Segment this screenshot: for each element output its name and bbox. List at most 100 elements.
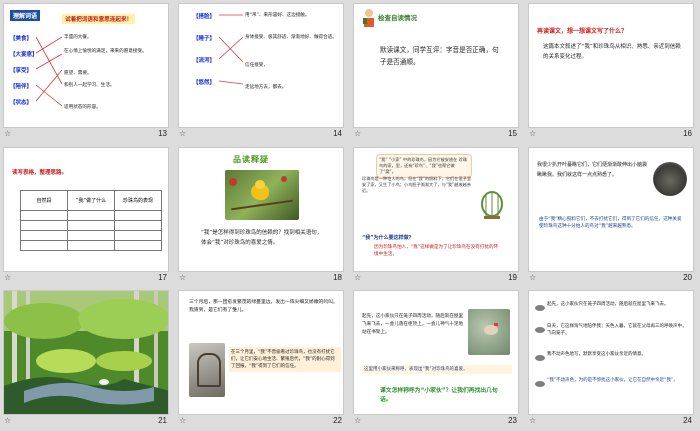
def-4: 和别人一起学习、生活。 [64, 83, 115, 88]
slide-23-top-text: 起先，这小家伙只在笼子四周活动，随后就在屋里飞来飞去，一会儿落在柜顶上，一会儿神… [362, 314, 464, 336]
slide-24-line-1: 起先，这小家伙只在笼子四周活动，随后就在屋里飞来飞去。 [547, 302, 669, 308]
slide-number: 13 [158, 129, 167, 138]
word-4: 【陪伴】 [10, 84, 33, 90]
slide-13[interactable]: 理解词语 试着把词语和意思连起来！ 【美食】 【大宴席】 【享受】 【陪伴】 【… [0, 0, 175, 144]
slide-16-question: 再读课文，想一想课文写了什么？ [537, 28, 628, 35]
def-3: 信任接受， [245, 63, 268, 68]
slide-22-top-text: 三个月后，那一团愈发繁茂的绿蔓里边，发出一阵尖细又娇嫩的鸣叫。我猜到，是它们有了… [189, 300, 338, 314]
slide-number: 19 [508, 272, 517, 282]
bird-photo [225, 169, 299, 220]
nest-image [653, 161, 687, 196]
slide-number: 24 [683, 416, 692, 426]
slide-number: 15 [508, 129, 517, 138]
slide-number: 18 [333, 272, 342, 282]
col-header-1: 自然段 [20, 189, 68, 211]
def-1: 丰盛的大餐。 [64, 35, 92, 40]
slide-19-body: 珍珠鸟是一种怕人的鸟，但在“我”的照料下，它们在笼子里安了家，又生了小鸟；小鸟胆… [362, 175, 472, 194]
slide-21-thumb[interactable] [3, 290, 169, 416]
slide-17-caption: 读写表格，整理思路。 [12, 169, 68, 176]
slide-24-line-2: 白天，它这样淘气地陪伴我；天色入暮，它就在父母再三的呼唤声中，飞向笼子。 [547, 324, 687, 337]
star-icon: ☆ [354, 416, 362, 426]
bird-bullet-icon [535, 327, 545, 334]
def-1: 用“吊”、来形容好、这边接触。 [245, 13, 310, 18]
star-icon: ☆ [354, 272, 362, 282]
slide-24[interactable]: 起先，这小家伙只在笼子四周活动，随后就在屋里飞来飞去。 白天，它这样淘气地陪伴我… [525, 287, 700, 431]
slide-24-thumb[interactable]: 起先，这小家伙只在笼子四周活动，随后就在屋里飞来飞去。 白天，它这样淘气地陪伴我… [528, 290, 694, 416]
slide-number: 22 [333, 416, 342, 426]
slide-15-thumb[interactable]: 检查自读情况 默读课文，同学互评：字音是否正确，句子是否通顺。 [353, 3, 519, 128]
slide-number: 21 [158, 416, 167, 426]
slide-22-bottom-text: 在三个月里，“我”不曾偷看过珍珠鸟，也没有打扰它们，让它们安心地生活、繁殖后代，… [229, 347, 341, 373]
word-2: 【睡子】 [193, 36, 216, 42]
slide-15-body: 默读课文，同学互评：字音是否正确，句子是否通顺。 [380, 46, 499, 66]
star-icon: ☆ [529, 129, 537, 138]
slide-20-thumb[interactable]: 我很少扒开叶蔓瞧它们，它们便渐渐敢伸出小脑袋瞅瞅我。我们就这样一点点熟悉了。 由… [528, 146, 694, 272]
def-4: 走远地方去，都去。 [245, 85, 287, 90]
slide-16[interactable]: 再读课文，想一想课文写了什么？ 这篇本文叙述了“我”和珍珠鸟从相识、熟悉、亲近到… [525, 0, 700, 144]
slide-24-line-3: 我不动声色地写，默默享受这小家伙亲近的情意。 [547, 352, 646, 358]
slide-19-bubble: “我” “小家” 中的珍珠鸟，因为它被安放在 珍珠鸟的家，里，还有“珍鸟”、“我… [376, 153, 472, 178]
word-4: 【悠然】 [193, 80, 216, 86]
slide-24-line-4: “我”不动声色，为的是不惊扰这小家伙，让它在自然中亲近“我”。 [547, 378, 678, 384]
slide-22[interactable]: 三个月后，那一团愈发繁茂的绿蔓里边，发出一阵尖细又娇嫩的鸣叫。我猜到，是它们有了… [175, 287, 350, 431]
slide-19[interactable]: “我” “小家” 中的珍珠鸟，因为它被安放在 珍珠鸟的家，里，还有“珍鸟”、“我… [350, 144, 525, 288]
forest-stream-image [4, 291, 168, 415]
slide-13-tag: 理解词语 [10, 10, 41, 21]
slide-19-thumb[interactable]: “我” “小家” 中的珍珠鸟，因为它被安放在 珍珠鸟的家，里，还有“珍鸟”、“我… [353, 146, 519, 272]
def-2: 在心情上愉悦的满足，来来的愿意接受。 [64, 49, 147, 54]
slide-15[interactable]: 检查自读情况 默读课文，同学互评：字音是否正确，句子是否通顺。 ☆ 15 [350, 0, 525, 144]
slide-20[interactable]: 我很少扒开叶蔓瞧它们，它们便渐渐敢伸出小脑袋瞅瞅我。我们就这样一点点熟悉了。 由… [525, 144, 700, 288]
slide-17[interactable]: 读写表格，整理思路。 自然段 “我”做了什么 珍珠鸟的表现 ☆ 17 [0, 144, 175, 288]
connector-lines [218, 14, 244, 85]
slide-number: 20 [683, 272, 692, 282]
slide-21[interactable]: ☆ 21 [0, 287, 175, 431]
star-icon: ☆ [529, 416, 537, 426]
star-icon: ☆ [179, 129, 187, 138]
slide-13-prompt: 试着把词语和意思连起来！ [62, 14, 136, 24]
bird-bullet-icon [535, 381, 545, 388]
bird-bullet-icon [535, 355, 545, 362]
star-icon: ☆ [354, 129, 362, 138]
slide-22-thumb[interactable]: 三个月后，那一团愈发繁茂的绿蔓里边，发出一阵尖细又娇嫩的鸣叫。我猜到，是它们有了… [178, 290, 344, 416]
slide-18-question: “我”是怎样得到珍珠鸟的信赖的？找到相关语句，体会“我”对珍珠鸟的喜爱之情。 [201, 229, 323, 246]
slide-14-thumb[interactable]: 【搭脸】 【睡子】 【流泻】 【悠然】 用“吊”、来形容好、这边接触。 身体接受… [178, 3, 344, 128]
slide-16-answer: 这篇本文叙述了“我”和珍珠鸟从相识、熟悉、亲近到信赖的关系变化过程。 [543, 44, 681, 60]
connector-lines [35, 36, 63, 107]
star-icon: ☆ [4, 129, 12, 138]
word-3: 【享受】 [10, 68, 33, 74]
slide-20-top-text: 我很少扒开叶蔓瞧它们，它们便渐渐敢伸出小脑袋瞅瞅我。我们就这样一点点熟悉了。 [537, 161, 648, 178]
star-icon: ☆ [179, 416, 187, 426]
slide-18[interactable]: 品读释疑 “我”是怎样得到珍珠鸟的信赖的？找到相关语句，体会“我”对珍珠鸟的喜爱… [175, 144, 350, 288]
slide-16-thumb[interactable]: 再读课文，想一想课文写了什么？ 这篇本文叙述了“我”和珍珠鸟从相识、熟悉、亲近到… [528, 3, 694, 128]
slide-17-table: 自然段 “我”做了什么 珍珠鸟的表现 [20, 189, 162, 251]
slide-grid: 理解词语 试着把词语和意思连起来！ 【美食】 【大宴席】 【享受】 【陪伴】 【… [0, 0, 700, 431]
slide-20-bottom-text: 由于“我”精心照料它们，不去打扰它们，得到了它们的信任，这种关爱使珍珠鸟这种十分… [539, 216, 682, 230]
star-icon: ☆ [529, 272, 537, 282]
def-5: 适用状态的形容。 [64, 105, 101, 110]
bird-bullet-icon [535, 305, 545, 312]
word-5: 【状态】 [10, 100, 33, 106]
def-3: 愿望、需要。 [64, 71, 92, 76]
slide-15-heading: 检查自读情况 [378, 14, 417, 22]
slide-number: 23 [508, 416, 517, 426]
col-header-2: “我”做了什么 [67, 189, 115, 211]
slide-number: 17 [158, 272, 167, 282]
col-header-3: 珍珠鸟的表现 [114, 189, 162, 211]
star-icon: ☆ [4, 416, 12, 426]
slide-19-question: “我”为什么要这样做？ [362, 234, 414, 241]
star-icon: ☆ [179, 272, 187, 282]
slide-23[interactable]: 起先，这小家伙只在笼子四周活动，随后就在屋里飞来飞去，一会儿落在柜顶上，一会儿神… [350, 287, 525, 431]
word-1: 【美食】 [10, 36, 33, 42]
slide-14[interactable]: 【搭脸】 【睡子】 【流泻】 【悠然】 用“吊”、来形容好、这边接触。 身体接受… [175, 0, 350, 144]
word-3: 【流泻】 [193, 58, 216, 64]
birdcage-image [478, 188, 506, 222]
slide-number: 14 [333, 129, 342, 138]
slide-17-thumb[interactable]: 读写表格，整理思路。 自然段 “我”做了什么 珍珠鸟的表现 [3, 146, 169, 272]
word-1: 【搭脸】 [193, 14, 216, 20]
slide-23-thumb[interactable]: 起先，这小家伙只在笼子四周活动，随后就在屋里飞来飞去，一会儿落在柜顶上，一会儿神… [353, 290, 519, 416]
slide-18-thumb[interactable]: 品读释疑 “我”是怎样得到珍珠鸟的信赖的？找到相关语句，体会“我”对珍珠鸟的喜爱… [178, 146, 344, 272]
slide-13-thumb[interactable]: 理解词语 试着把词语和意思连起来！ 【美食】 【大宴席】 【享受】 【陪伴】 【… [3, 3, 169, 128]
slide-18-title: 品读释疑 [233, 154, 269, 164]
star-icon: ☆ [4, 272, 12, 282]
slide-19-answer: 因为珍珠鸟怕人，“我”这样做是为了让珍珠鸟在没有打扰的环境中生活。 [374, 244, 499, 257]
